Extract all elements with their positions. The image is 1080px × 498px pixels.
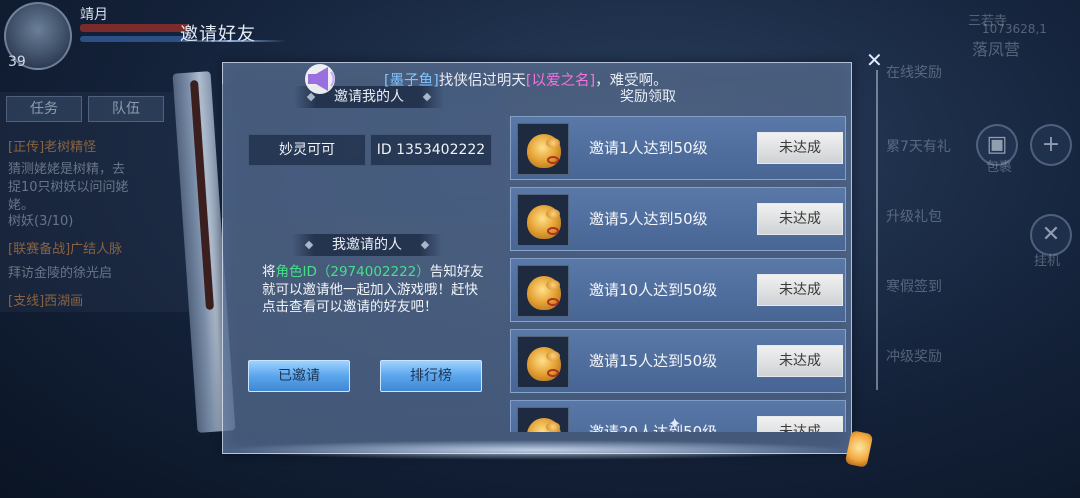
- crossed-swords-icon: ✕: [1041, 222, 1061, 247]
- sidebar-item-7day[interactable]: 累7天有礼: [886, 136, 951, 156]
- reward-condition: 邀请20人达到50级: [589, 423, 718, 432]
- bag-label: 包裹: [986, 160, 1013, 175]
- sparkle-icon: ✦: [668, 414, 682, 433]
- gold-bag-icon: [527, 347, 561, 381]
- reward-item-slot[interactable]: [517, 407, 569, 432]
- sidebar-item-levelup[interactable]: 升级礼包: [886, 206, 942, 226]
- marquee-highlight: [以爱之名]: [525, 73, 596, 89]
- gold-bag-icon: [527, 205, 561, 239]
- title-underline: [176, 40, 286, 42]
- hanging-rope: [876, 70, 878, 390]
- reward-status-button[interactable]: 未达成: [757, 132, 843, 164]
- mp-bar: [80, 36, 190, 42]
- sidebar-item-online-reward[interactable]: 在线奖励: [886, 62, 942, 82]
- rewards-header: 奖励领取: [620, 89, 676, 105]
- inviter-id: ID 1353402222: [370, 134, 492, 166]
- reward-item-slot[interactable]: [517, 336, 569, 388]
- bag-icon: ▣: [986, 132, 1008, 157]
- rewards-list[interactable]: 邀请1人达到50级 未达成 邀请5人达到50级 未达成 邀请10人达到50级 未…: [508, 108, 848, 432]
- reward-condition: 邀请1人达到50级: [589, 139, 708, 157]
- tab-quests[interactable]: 任务: [6, 96, 82, 122]
- marquee-player: [墨子鱼]: [384, 73, 439, 89]
- player-level: 39: [8, 54, 26, 70]
- invite-description: 将角色ID（2974002222）告知好友就可以邀请他一起加入游戏哦！赶快点击查…: [262, 264, 484, 317]
- quest-line[interactable]: 拜访金陵的徐光启: [8, 262, 112, 281]
- quest-line[interactable]: 捉10只树妖以问问姥: [8, 176, 129, 195]
- invited-button[interactable]: 已邀请: [248, 360, 350, 392]
- marquee-mid: 找侠侣过明天: [438, 73, 526, 89]
- reward-status-button[interactable]: 未达成: [757, 203, 843, 235]
- reward-condition: 邀请5人达到50级: [589, 210, 708, 228]
- reward-row: 邀请5人达到50级 未达成: [510, 187, 846, 251]
- inviter-name: 妙灵可可: [248, 134, 366, 166]
- role-id: 角色ID（2974002222）: [275, 264, 430, 280]
- invitee-header: 我邀请的人: [292, 234, 442, 256]
- reward-status-button[interactable]: 未达成: [757, 345, 843, 377]
- reward-status-button[interactable]: 未达成: [757, 274, 843, 306]
- reward-condition: 邀请10人达到50级: [589, 281, 718, 299]
- gold-bag-icon: [527, 418, 561, 432]
- megaphone-icon: [305, 64, 335, 94]
- reward-condition: 邀请15人达到50级: [589, 352, 718, 370]
- reward-item-slot[interactable]: [517, 265, 569, 317]
- reward-item-slot[interactable]: [517, 123, 569, 175]
- quest-line[interactable]: 猜测姥姥是树精，去: [8, 158, 125, 177]
- plus-icon: +: [1041, 132, 1061, 157]
- gold-bag-icon: [527, 134, 561, 168]
- ranking-button[interactable]: 排行榜: [380, 360, 482, 392]
- sidebar-item-signin[interactable]: 寒假签到: [886, 276, 942, 296]
- quest-line[interactable]: [联赛备战]广结人脉: [8, 238, 122, 257]
- reward-row: 邀请10人达到50级 未达成: [510, 258, 846, 322]
- quest-line[interactable]: [正传]老树精怪: [8, 136, 96, 155]
- desc-prefix: 将: [262, 264, 276, 280]
- plus-button[interactable]: +: [1030, 124, 1072, 166]
- player-name: 靖月: [80, 7, 108, 23]
- location-coords: 1073628,1: [982, 22, 1047, 36]
- map-title: 落凤营: [972, 40, 1021, 59]
- reward-row: 邀请1人达到50级 未达成: [510, 116, 846, 180]
- quest-line[interactable]: [支线]西湖画: [8, 290, 83, 309]
- hp-bar: [80, 24, 190, 32]
- reward-row: 邀请15人达到50级 未达成: [510, 329, 846, 393]
- idle-label: 挂机: [1034, 254, 1061, 269]
- tab-team[interactable]: 队伍: [88, 96, 164, 122]
- sidebar-item-levelrush[interactable]: 冲级奖励: [886, 346, 942, 366]
- reward-status-button[interactable]: 未达成: [757, 416, 843, 432]
- reward-item-slot[interactable]: [517, 194, 569, 246]
- close-icon[interactable]: ✕: [866, 48, 883, 72]
- dialog-bottom-glow: [222, 440, 852, 460]
- quest-line[interactable]: 树妖(3/10): [8, 210, 73, 229]
- gold-bag-icon: [527, 276, 561, 310]
- dialog-title: 邀请好友: [180, 24, 256, 45]
